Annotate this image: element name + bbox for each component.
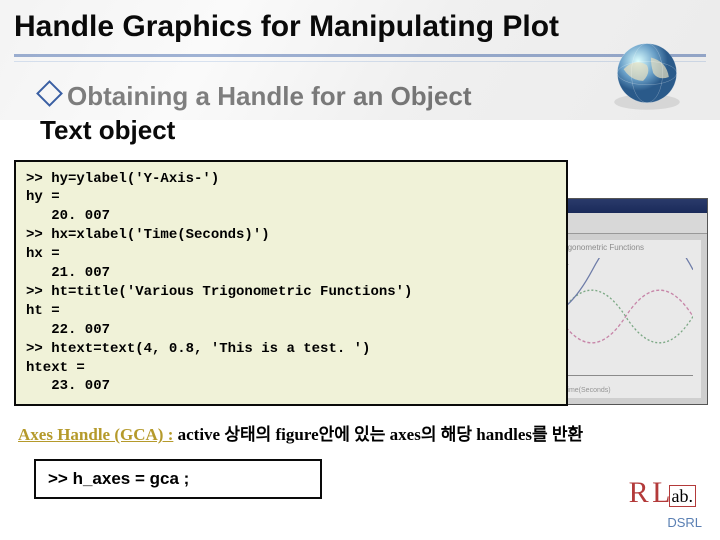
globe-icon xyxy=(608,38,686,116)
code-block-main: >> hy=ylabel('Y-Axis-') hy = 20. 007 >> … xyxy=(14,160,568,407)
code-block-gca: >> h_axes = gca ; xyxy=(34,459,322,499)
note-rest: active 상태의 figure안에 있는 axes의 해당 handles를… xyxy=(173,425,583,444)
lab-logo-ab: ab. xyxy=(669,485,697,507)
footer-label: DSRL xyxy=(667,515,702,530)
lab-logo-rl: R L xyxy=(629,476,669,509)
lab-logo: R Lab. xyxy=(629,476,696,510)
axes-handle-note: Axes Handle (GCA) : active 상태의 figure안에 … xyxy=(18,420,702,445)
note-highlight: Axes Handle (GCA) : xyxy=(18,425,173,444)
